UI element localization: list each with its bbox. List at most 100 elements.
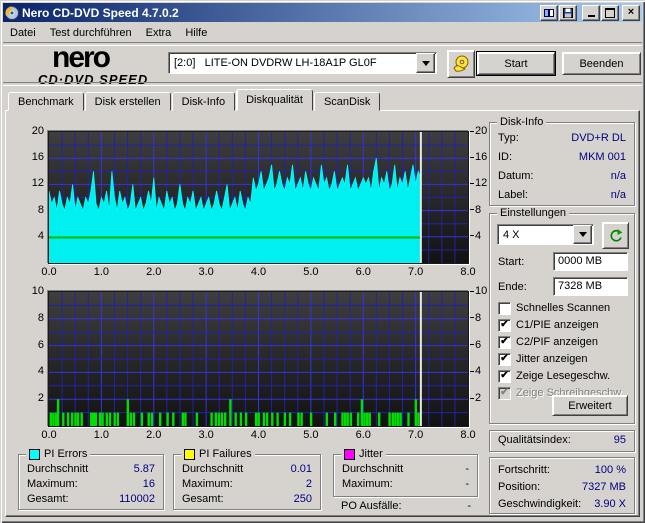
jitter-value: - bbox=[465, 463, 469, 475]
app-icon bbox=[5, 5, 19, 20]
checkbox-label: Jitter anzeigen bbox=[516, 353, 588, 365]
checkbox-label: C2/PIF anzeigen bbox=[516, 336, 598, 348]
close-button[interactable]: × bbox=[622, 4, 640, 21]
pi-errors-label: Maximum: bbox=[27, 478, 78, 490]
checkbox-zeige-lesegeschw-[interactable]: ✔ bbox=[498, 369, 511, 383]
copy-image-button[interactable] bbox=[540, 4, 558, 21]
pi-failures-value: 2 bbox=[305, 478, 312, 490]
menu-item-extra[interactable]: Extra bbox=[139, 25, 179, 41]
pi-errors-label: Gesamt: bbox=[27, 493, 69, 505]
y-axis-label: 4 bbox=[37, 365, 44, 378]
checkbox-c1-pie-anzeigen[interactable]: ✔ bbox=[498, 318, 511, 332]
jitter-stats: Jitter Durchschnitt - Maximum: - bbox=[333, 448, 478, 497]
maximize-button[interactable] bbox=[601, 4, 619, 21]
progress-row: Position: 7327 MB bbox=[498, 481, 626, 493]
po-failures-row: PO Ausfälle: - bbox=[341, 500, 471, 512]
x-axis-label: 5.0 bbox=[303, 266, 319, 278]
tab-disk-erstellen[interactable]: Disk erstellen bbox=[84, 92, 171, 111]
pi-failures-swatch bbox=[184, 448, 195, 460]
x-axis-label: 0.0 bbox=[41, 429, 57, 441]
start-position-field[interactable]: 0000 MB bbox=[553, 252, 628, 271]
pi-failures-value: 0.01 bbox=[290, 463, 312, 475]
x-axis-label: 2.0 bbox=[146, 266, 162, 278]
tab-diskqualit-t[interactable]: Diskqualität bbox=[236, 89, 313, 111]
pi-errors-row: Durchschnitt 5.87 bbox=[27, 463, 155, 475]
checkbox-jitter-anzeigen[interactable]: ✔ bbox=[498, 352, 511, 366]
start-button[interactable]: Start bbox=[477, 52, 555, 75]
jitter-row: Maximum: - bbox=[342, 478, 469, 490]
advanced-button[interactable]: Erweitert bbox=[552, 395, 628, 416]
pi-failures-title: PI Failures bbox=[199, 448, 252, 460]
nero-logo: nero bbox=[52, 41, 111, 74]
quality-index-value: 95 bbox=[613, 434, 626, 446]
progress-value: 7327 MB bbox=[581, 481, 626, 493]
menu-item-datei[interactable]: Datei bbox=[3, 25, 43, 41]
checkbox-label: Zeige Lesegeschw. bbox=[516, 370, 611, 382]
tab-benchmark[interactable]: Benchmark bbox=[8, 92, 84, 111]
drive-select[interactable]: [2:0] LITE-ON DVDRW LH-18A1P GL0F bbox=[168, 52, 437, 74]
pi-errors-title: PI Errors bbox=[44, 448, 88, 460]
disk-info-value: MKM 001 bbox=[578, 151, 626, 163]
book-icon bbox=[544, 8, 554, 17]
disk-info-label: Datum: bbox=[498, 170, 534, 182]
checkbox-schnelles-scannen[interactable] bbox=[498, 301, 511, 315]
disk-info-row: Label: n/a bbox=[498, 189, 626, 201]
jitter-row: Durchschnitt - bbox=[342, 463, 469, 475]
y-axis-label: 8 bbox=[37, 203, 44, 216]
refresh-button[interactable] bbox=[602, 222, 629, 249]
tab-strip: Benchmark Disk erstellen Disk-Info Diskqual… bbox=[8, 89, 638, 111]
pi-errors-stats: PI Errors Durchschnitt 5.87 Maximum: 16 Gesa… bbox=[18, 448, 164, 510]
drive-select-arrow[interactable] bbox=[416, 53, 435, 73]
pi-failures-row: Gesamt: 250 bbox=[182, 493, 312, 505]
tab-disk-info[interactable]: Disk-Info bbox=[171, 92, 236, 111]
eject-button[interactable] bbox=[447, 50, 475, 78]
minimize-button[interactable] bbox=[582, 4, 600, 21]
save-image-button[interactable] bbox=[559, 4, 577, 21]
disk-info-label: ID: bbox=[498, 151, 513, 163]
checkbox-row: ✔ Zeige Lesegeschw. bbox=[498, 369, 610, 383]
x-axis-label: 2.0 bbox=[146, 429, 162, 441]
progress-value: 3.90 X bbox=[594, 498, 626, 510]
pi-errors-row: Gesamt: 110002 bbox=[27, 493, 155, 505]
pi-failures-plot bbox=[49, 292, 468, 426]
end-position-field[interactable]: 7328 MB bbox=[553, 277, 628, 296]
jitter-title: Jitter bbox=[359, 448, 383, 460]
y-axis-label: 4 bbox=[37, 229, 44, 242]
x-axis-label: 3.0 bbox=[198, 266, 214, 278]
x-axis-label: 1.0 bbox=[93, 429, 110, 441]
checkbox-label: C1/PIE anzeigen bbox=[516, 319, 599, 331]
x-axis-label: 8.0 bbox=[460, 266, 476, 278]
x-axis-label: 6.0 bbox=[355, 429, 371, 441]
progress-value: 100 % bbox=[594, 464, 626, 476]
pi-failures-label: Durchschnitt bbox=[182, 463, 244, 475]
progress-label: Fortschritt: bbox=[498, 464, 550, 476]
disk-info-value: n/a bbox=[610, 189, 626, 201]
menu-item-test-durchf-hren[interactable]: Test durchführen bbox=[43, 25, 139, 41]
checkbox-row: Schnelles Scannen bbox=[498, 301, 610, 315]
quit-button[interactable]: Beenden bbox=[562, 52, 641, 75]
checkbox-row: ✔ Jitter anzeigen bbox=[498, 352, 588, 366]
tab-scandisk[interactable]: ScanDisk bbox=[313, 92, 381, 111]
speed-select[interactable]: 4 X bbox=[497, 224, 594, 245]
menu-item-hilfe[interactable]: Hilfe bbox=[178, 25, 214, 41]
checkbox-c2-pif-anzeigen[interactable]: ✔ bbox=[498, 335, 511, 349]
progress-row: Fortschritt: 100 % bbox=[498, 464, 626, 476]
pi-failures-chart: 2 2 4 4 6 6 8 8 10 10 0.0 1.0 2.0 3.0 4.0 5.0 6.0 7.0 8.0 bbox=[32, 285, 488, 441]
pi-errors-value: 110002 bbox=[119, 493, 155, 505]
po-failures-label: PO Ausfälle: bbox=[341, 500, 402, 512]
disk-info-title: Disk-Info bbox=[497, 116, 547, 128]
checkbox-label: Schnelles Scannen bbox=[516, 302, 611, 314]
settings-group: Einstellungen 4 X Start: 0000 MB Ende: 7… bbox=[489, 207, 635, 424]
disk-info-row: Typ: DVD+R DL bbox=[498, 132, 626, 144]
y-axis-label: 20 bbox=[31, 125, 44, 137]
speed-select-arrow[interactable] bbox=[573, 225, 592, 244]
disk-info-value: n/a bbox=[610, 170, 626, 182]
x-axis-label: 4.0 bbox=[250, 266, 267, 278]
progress-row: Geschwindigkeit: 3.90 X bbox=[498, 498, 626, 510]
progress-label: Geschwindigkeit: bbox=[498, 498, 582, 510]
x-axis-label: 3.0 bbox=[198, 429, 214, 441]
quality-index-label: Qualitätsindex: bbox=[498, 434, 571, 446]
disk-info-row: Datum: n/a bbox=[498, 170, 626, 182]
floppy-disk-icon bbox=[563, 7, 573, 18]
jitter-label: Durchschnitt bbox=[342, 463, 404, 475]
